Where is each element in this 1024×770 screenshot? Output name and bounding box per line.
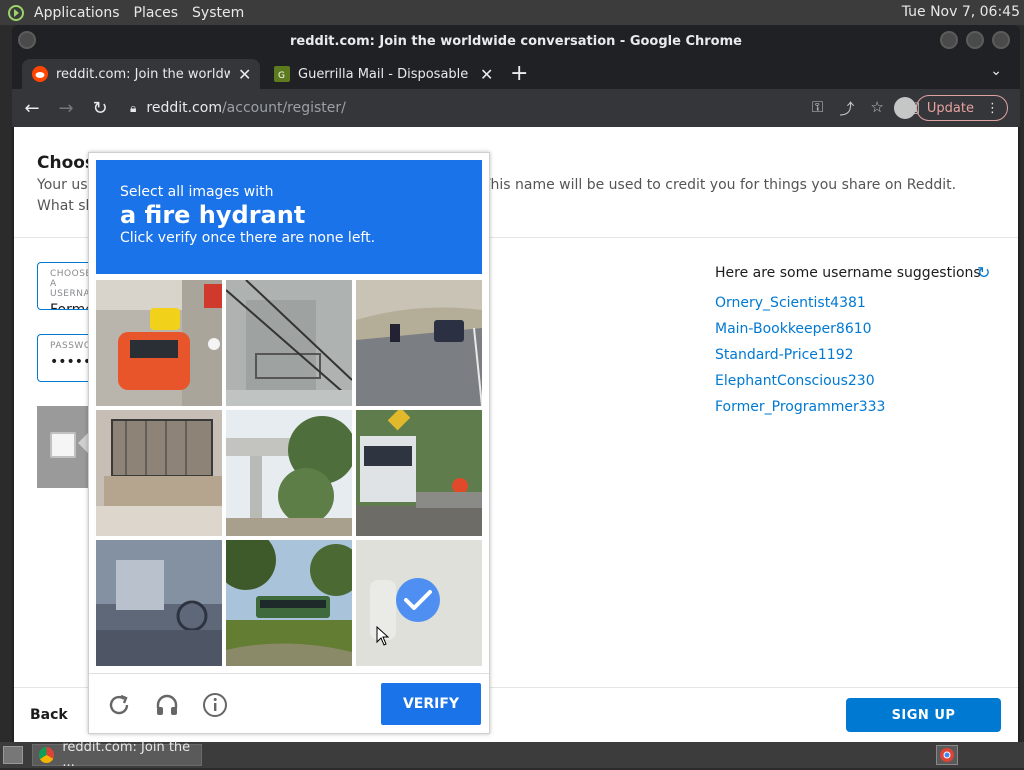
share-icon[interactable]: ⤴	[839, 98, 854, 119]
mouse-cursor-icon	[376, 625, 390, 650]
update-label: Update	[926, 100, 974, 116]
captcha-audio-icon[interactable]	[153, 691, 181, 719]
key-icon[interactable]: ⚿	[812, 98, 823, 119]
sign-up-button[interactable]: SIGN UP	[846, 698, 1001, 732]
taskbar-item-chrome[interactable]: reddit.com: Join the ...	[32, 740, 202, 770]
reload-icon[interactable]: ↻	[86, 94, 114, 122]
captcha-tile-bus-on-street[interactable]	[356, 410, 482, 536]
window-title: reddit.com: Join the worldwide conversat…	[290, 33, 742, 49]
kebab-menu-icon[interactable]: ⋮	[986, 101, 999, 116]
verify-button[interactable]: VERIFY	[381, 683, 481, 725]
captcha-tile-street-with-cars[interactable]	[96, 280, 222, 406]
tab-guerrilla-mail[interactable]: G Guerrilla Mail - Disposable Temporary …	[264, 59, 502, 89]
suggestion-link[interactable]: Main-Bookkeeper8610	[715, 321, 872, 337]
window-menu-button[interactable]	[18, 31, 36, 49]
back-arrow-icon[interactable]: ←	[18, 94, 46, 122]
menu-applications[interactable]: Applications	[34, 5, 120, 21]
tab-search-chevron-icon[interactable]: ⌄	[990, 63, 1002, 79]
guerrilla-mail-icon: G	[274, 66, 290, 82]
maximize-button[interactable]	[966, 31, 984, 49]
taskbar: reddit.com: Join the ...	[0, 740, 1024, 770]
url-path: /account/register/	[221, 100, 346, 116]
captcha-reload-icon[interactable]	[105, 691, 133, 719]
update-button[interactable]: Update ⋮	[915, 95, 1008, 121]
captcha-tile-bus-in-park[interactable]	[226, 540, 352, 666]
username-label: CHOOSE A USERNAME	[50, 269, 96, 299]
new-tab-button[interactable]: +	[510, 61, 528, 86]
svg-text:G: G	[278, 71, 285, 79]
bookmark-star-icon[interactable]: ☆	[870, 98, 883, 119]
suggestions-heading: Here are some username suggestions	[715, 265, 981, 281]
captcha-tile-sidewalk-with-bikes[interactable]	[96, 540, 222, 666]
captcha-challenge: Select all images with a fire hydrant Cl…	[88, 152, 490, 734]
menu-system[interactable]: System	[192, 5, 244, 21]
tab-title: Guerrilla Mail - Disposable Temporary E-…	[298, 66, 472, 82]
browser-toolbar: ← → ↻ 🔒︎ reddit.com /account/register/ ⚿…	[12, 89, 1020, 127]
captcha-tile-overpass-trees[interactable]	[226, 410, 352, 536]
address-bar[interactable]: 🔒︎ reddit.com /account/register/	[122, 94, 792, 122]
captcha-instructions: Select all images with a fire hydrant Cl…	[96, 160, 482, 274]
clock[interactable]: Tue Nov 7, 06:45	[902, 4, 1020, 20]
close-window-button[interactable]	[992, 31, 1010, 49]
lock-icon[interactable]: 🔒︎	[130, 101, 136, 116]
username-value: Former_Programmer333	[50, 302, 96, 310]
captcha-line3: Click verify once there are none left.	[120, 230, 376, 246]
captcha-tile-road-with-motorcycle[interactable]	[356, 280, 482, 406]
suggestion-link[interactable]: Standard-Price1192	[715, 347, 854, 363]
captcha-tile-building-balcony-wires[interactable]	[226, 280, 352, 406]
recaptcha-checkbox[interactable]	[50, 432, 76, 458]
system-top-bar: Applications Places System Tue Nov 7, 06…	[0, 0, 1024, 25]
captcha-divider	[89, 673, 489, 674]
window-titlebar: reddit.com: Join the worldwide conversat…	[12, 25, 1020, 57]
suggestion-link[interactable]: ElephantConscious230	[715, 373, 875, 389]
tab-reddit[interactable]: reddit.com: Join the worldwide conversat…	[22, 59, 260, 89]
captcha-line1: Select all images with	[120, 184, 274, 200]
password-label: PASSWORD	[50, 341, 96, 351]
chrome-icon	[39, 747, 55, 763]
tray-chrome-icon[interactable]	[936, 745, 958, 765]
refresh-suggestions-icon[interactable]: ↻	[977, 263, 990, 282]
tab-title: reddit.com: Join the worldwide conversat…	[56, 66, 230, 82]
suggestion-link[interactable]: Former_Programmer333	[715, 399, 885, 415]
minimize-button[interactable]	[940, 31, 958, 49]
password-value: ••••••••	[50, 354, 96, 370]
reddit-icon	[32, 66, 48, 82]
captcha-tile-fire-hydrant-faded[interactable]	[356, 540, 482, 666]
close-tab-icon[interactable]: ✕	[480, 65, 493, 84]
captcha-tile-grid	[96, 280, 484, 668]
suggestion-link[interactable]: Ornery_Scientist4381	[715, 295, 866, 311]
forward-arrow-icon[interactable]: →	[52, 94, 80, 122]
show-desktop-icon[interactable]	[3, 746, 23, 764]
tab-strip: reddit.com: Join the worldwide conversat…	[12, 57, 1020, 89]
url-domain: reddit.com	[146, 100, 222, 116]
close-tab-icon[interactable]: ✕	[238, 65, 251, 84]
captcha-tile-building-balcony[interactable]	[96, 410, 222, 536]
captcha-target: a fire hydrant	[120, 201, 306, 229]
captcha-info-icon[interactable]	[201, 691, 229, 719]
profile-avatar-icon[interactable]	[894, 97, 916, 119]
distro-logo-icon[interactable]	[6, 3, 26, 23]
menu-places[interactable]: Places	[134, 5, 179, 21]
back-button[interactable]: Back	[30, 707, 68, 723]
taskbar-item-label: reddit.com: Join the ...	[62, 740, 191, 770]
